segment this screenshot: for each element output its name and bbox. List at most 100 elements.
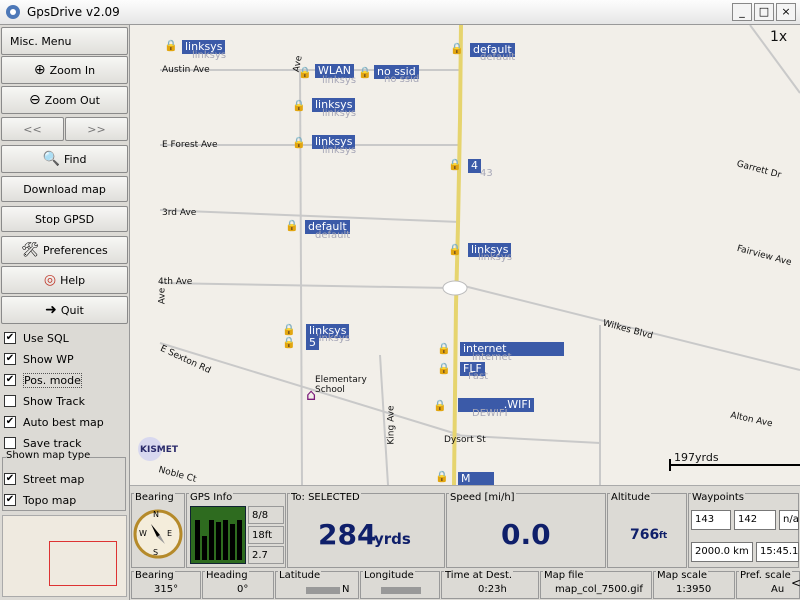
- bearing-readout-label: Bearing: [134, 570, 175, 581]
- minimize-button[interactable]: _: [732, 3, 752, 21]
- lock-icon: 🔒: [282, 336, 296, 349]
- speed-panel: Speed [mi/h] 0.0: [446, 492, 606, 568]
- prev-map-button[interactable]: <<: [1, 117, 64, 141]
- distance-unit: yrds: [374, 530, 411, 548]
- zoom-in-icon: ⊕: [33, 62, 46, 78]
- checkbox-box[interactable]: ✔: [4, 473, 16, 485]
- street-label: Austin Ave: [162, 65, 210, 75]
- speed-label: Speed [mi/h]: [449, 492, 516, 503]
- use-sql-checkbox[interactable]: ✔ Use SQL: [4, 328, 69, 348]
- map-scale-readout: Map scale 1:3950: [653, 570, 735, 599]
- checkbox-box[interactable]: ✔: [4, 332, 16, 344]
- sidebar: Misc. Menu ⊕ Zoom In ⊖ Zoom Out << >> 🔍 Fin…: [0, 25, 130, 600]
- hdop-value: 2.7: [248, 546, 284, 564]
- checkbox-label: Street map: [23, 472, 85, 486]
- time-readout-label: Time at Dest.: [444, 570, 514, 581]
- altitude-value: 766: [630, 527, 660, 543]
- lock-icon: 🔒: [292, 136, 306, 149]
- compass-w: W: [139, 529, 147, 538]
- checkbox-box[interactable]: ✔: [4, 353, 16, 365]
- next-map-button[interactable]: >>: [65, 117, 128, 141]
- map-file-value: map_col_7500.gif: [555, 584, 643, 595]
- heading-readout-value: 0°: [237, 584, 249, 595]
- map-scale-value: 1:3950: [676, 584, 712, 595]
- help-button[interactable]: ◎ Help: [1, 266, 128, 294]
- waypoint-ghost: no ssid: [384, 74, 420, 85]
- pref-scale-readout: Pref. scale Au <: [736, 570, 800, 599]
- close-button[interactable]: ×: [776, 3, 796, 21]
- time-at-dest-readout: Time at Dest. 0:23h: [441, 570, 539, 599]
- sat-count: 8/8: [248, 506, 284, 524]
- checkbox-box[interactable]: ✔: [4, 494, 16, 506]
- longitude-redacted: [381, 587, 421, 594]
- overview-minimap[interactable]: [2, 515, 127, 597]
- lock-icon: 🔒: [435, 470, 449, 483]
- scroll-left-arrow[interactable]: <: [791, 576, 800, 590]
- bearing-readout-value: 315°: [154, 584, 179, 595]
- lock-icon: 🔒: [437, 362, 451, 375]
- checkbox-box[interactable]: ✔: [4, 374, 16, 386]
- bearing-panel-label: Bearing: [134, 492, 175, 503]
- heading-readout-label: Heading: [205, 570, 249, 581]
- altitude-panel: Altitude 766 ft: [607, 492, 687, 568]
- waypoint-ghost: linksys: [322, 108, 357, 119]
- find-button[interactable]: 🔍 Find: [1, 145, 128, 173]
- minimap-viewport: [49, 541, 117, 586]
- misc-menu-label: Misc. Menu: [10, 34, 72, 48]
- download-map-button[interactable]: Download map: [1, 176, 128, 202]
- street-grid: [159, 25, 800, 485]
- lock-icon: 🔒: [164, 39, 178, 52]
- lock-icon: 🔒: [285, 219, 299, 232]
- topo-map-checkbox[interactable]: ✔ Topo map: [4, 490, 76, 510]
- status-area: Bearing N E S W GPS Info 8/8 18ft 2.7 To…: [130, 485, 800, 600]
- waypoint-ghost: linksys: [316, 333, 351, 344]
- street-label: E Forest Ave: [162, 140, 218, 150]
- zoom-out-button[interactable]: ⊖ Zoom Out: [1, 86, 128, 114]
- preferences-label: Preferences: [43, 243, 108, 257]
- app-icon: [6, 5, 20, 19]
- latitude-readout-value: N: [342, 584, 350, 595]
- longitude-readout: Longitude: [360, 570, 440, 599]
- stop-gpsd-button[interactable]: Stop GPSD: [1, 206, 128, 232]
- checkbox-box[interactable]: [4, 437, 16, 449]
- waypoints-panel: Waypoints 143 142 n/a 2000.0 km 15:45.10: [688, 492, 799, 568]
- destination-label: To: SELECTED: [290, 492, 361, 503]
- lock-icon: 🔒: [450, 42, 464, 55]
- preferences-button[interactable]: 🛠 Preferences: [1, 236, 128, 264]
- pref-scale-label: Pref. scale: [739, 570, 792, 581]
- maximize-button[interactable]: □: [754, 3, 774, 21]
- checkbox-label: Auto best map: [23, 415, 104, 429]
- waypoint-count-b: 142: [734, 510, 776, 530]
- distance-value: 284: [318, 518, 377, 551]
- quit-button[interactable]: ➜ Quit: [1, 296, 128, 324]
- show-wp-checkbox[interactable]: ✔ Show WP: [4, 349, 74, 369]
- checkbox-box[interactable]: ✔: [4, 416, 16, 428]
- lock-icon: 🔒: [448, 243, 462, 256]
- map-file-label: Map file: [543, 570, 585, 581]
- checkbox-label: Show Track: [23, 394, 85, 408]
- heading-readout: Heading 0°: [202, 570, 274, 599]
- map-view[interactable]: 1x 197yrds Austin Ave E Forest Ave 3rd A…: [130, 25, 800, 485]
- show-track-checkbox[interactable]: Show Track: [4, 391, 85, 411]
- gps-precision: 18ft: [248, 526, 284, 544]
- map-type-header: Shown map type: [6, 450, 91, 461]
- street-label: King Ave: [386, 405, 397, 445]
- help-label: Help: [60, 273, 86, 287]
- auto-best-map-checkbox[interactable]: ✔ Auto best map: [4, 412, 104, 432]
- street-label: 3rd Ave: [162, 208, 197, 218]
- waypoints-label: Waypoints: [691, 492, 746, 503]
- altitude-label: Altitude: [610, 492, 652, 503]
- compass-e: E: [167, 529, 173, 538]
- waypoint-distance: 2000.0 km: [691, 542, 753, 562]
- checkbox-box[interactable]: [4, 395, 16, 407]
- waypoint-ghost: default: [480, 52, 516, 63]
- misc-menu-button[interactable]: Misc. Menu: [1, 27, 128, 55]
- gps-info-panel: GPS Info 8/8 18ft 2.7: [186, 492, 286, 568]
- lock-icon: 🔒: [448, 158, 462, 171]
- tools-icon: 🛠: [21, 242, 40, 258]
- pos-mode-checkbox[interactable]: ✔ Pos. mode: [4, 370, 82, 390]
- gps-info-label: GPS Info: [189, 492, 234, 503]
- street-map-checkbox[interactable]: ✔ Street map: [4, 469, 84, 489]
- zoom-in-button[interactable]: ⊕ Zoom In: [1, 56, 128, 84]
- checkbox-label: Topo map: [23, 493, 77, 507]
